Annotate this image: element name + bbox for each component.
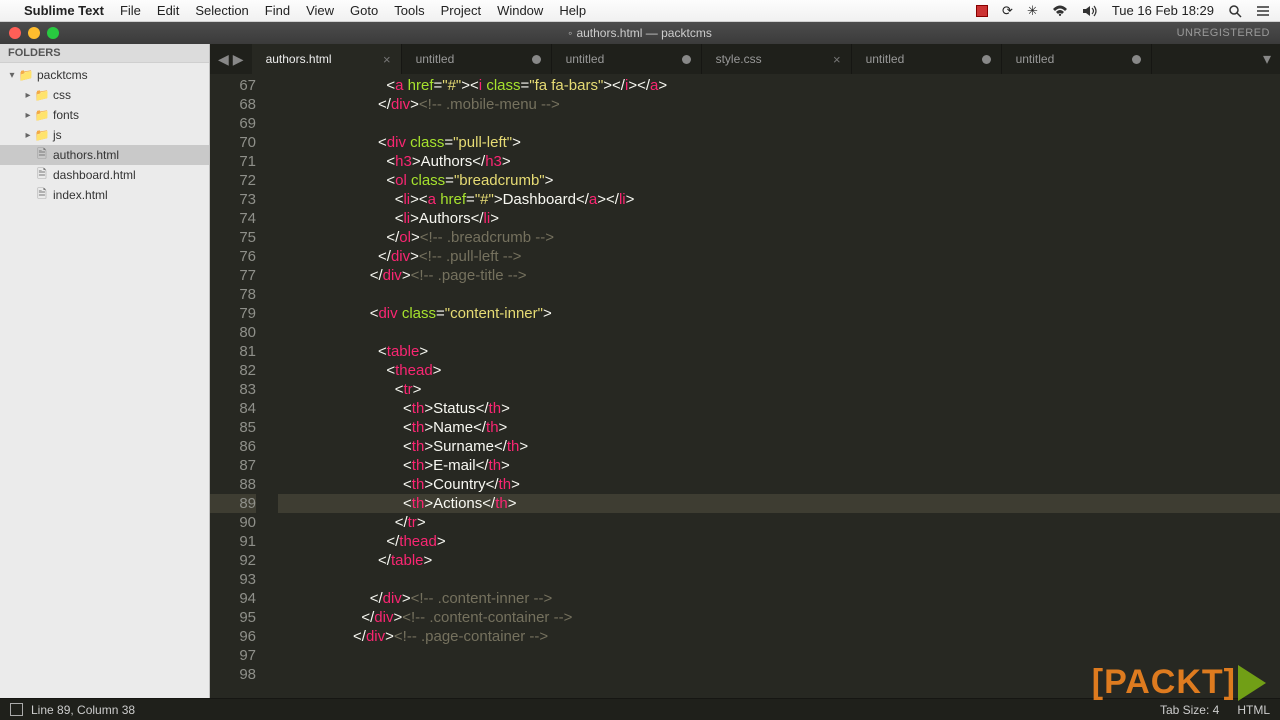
tab-size-button[interactable]: Tab Size: 4: [1160, 703, 1219, 717]
sync-icon[interactable]: ⟳: [1002, 3, 1013, 19]
macos-menubar: Sublime Text File Edit Selection Find View Go…: [0, 0, 1280, 22]
spotlight-icon[interactable]: [1228, 4, 1242, 18]
status-panel-icon[interactable]: [10, 703, 23, 716]
file-dashboard-html[interactable]: 🗎dashboard.html: [0, 165, 209, 185]
tab-5[interactable]: untitled: [1002, 44, 1152, 74]
traffic-lights: [0, 27, 59, 39]
dirty-dot-icon: [982, 55, 991, 64]
sidebar: FOLDERS ▾📁packtcms▸📁css▸📁fonts▸📁js🗎autho…: [0, 44, 210, 698]
dirty-dot-icon: [682, 55, 691, 64]
tab-back-button[interactable]: ◀: [216, 51, 231, 68]
menu-project[interactable]: Project: [441, 3, 481, 18]
zoom-window-button[interactable]: [47, 27, 59, 39]
window-title: ◦authors.html — packtcms: [0, 26, 1280, 40]
close-tab-icon[interactable]: ×: [833, 52, 841, 67]
tab-3[interactable]: style.css×: [702, 44, 852, 74]
window-titlebar: ◦authors.html — packtcms UNREGISTERED: [0, 22, 1280, 44]
tab-forward-button[interactable]: ▶: [231, 51, 246, 68]
menubar-clock[interactable]: Tue 16 Feb 18:29: [1112, 3, 1214, 18]
dirty-dot-icon: [532, 55, 541, 64]
folder-js[interactable]: ▸📁js: [0, 125, 209, 145]
status-bar: Line 89, Column 38 Tab Size: 4 HTML: [0, 698, 1280, 720]
tab-4[interactable]: untitled: [852, 44, 1002, 74]
folder-css[interactable]: ▸📁css: [0, 85, 209, 105]
cursor-position[interactable]: Line 89, Column 38: [31, 703, 135, 717]
close-window-button[interactable]: [9, 27, 21, 39]
unregistered-label: UNREGISTERED: [1177, 27, 1270, 39]
dirty-dot-icon: [1132, 55, 1141, 64]
tab-2[interactable]: untitled: [552, 44, 702, 74]
sidebar-header: FOLDERS: [0, 44, 209, 63]
menu-window[interactable]: Window: [497, 3, 543, 18]
menu-tools[interactable]: Tools: [394, 3, 424, 18]
menu-selection[interactable]: Selection: [195, 3, 248, 18]
tab-history-nav: ◀ ▶: [210, 44, 252, 74]
code-editor[interactable]: 6768697071727374757677787980818283848586…: [210, 74, 1280, 698]
menu-file[interactable]: File: [120, 3, 141, 18]
minimize-window-button[interactable]: [28, 27, 40, 39]
menu-icon[interactable]: [1256, 5, 1270, 17]
menu-find[interactable]: Find: [265, 3, 290, 18]
file-authors-html[interactable]: 🗎authors.html: [0, 145, 209, 165]
tab-1[interactable]: untitled: [402, 44, 552, 74]
file-index-html[interactable]: 🗎index.html: [0, 185, 209, 205]
menu-edit[interactable]: Edit: [157, 3, 179, 18]
code-area[interactable]: <a href="#"><i class="fa fa-bars"></i></…: [268, 74, 1280, 698]
record-icon[interactable]: [976, 5, 988, 17]
volume-icon[interactable]: [1082, 5, 1098, 17]
wifi-icon[interactable]: [1052, 5, 1068, 17]
bluetooth-icon[interactable]: ✳: [1027, 3, 1038, 19]
tab-overflow-button[interactable]: ▾: [1254, 44, 1280, 74]
folder-packtcms[interactable]: ▾📁packtcms: [0, 65, 209, 85]
line-number-gutter: 6768697071727374757677787980818283848586…: [210, 74, 268, 698]
close-tab-icon[interactable]: ×: [383, 52, 391, 67]
tab-bar: ◀ ▶ authors.html×untitleduntitledstyle.c…: [210, 44, 1280, 74]
syntax-button[interactable]: HTML: [1237, 703, 1270, 717]
menu-help[interactable]: Help: [559, 3, 586, 18]
menu-goto[interactable]: Goto: [350, 3, 378, 18]
app-name[interactable]: Sublime Text: [24, 3, 104, 18]
folder-fonts[interactable]: ▸📁fonts: [0, 105, 209, 125]
menu-view[interactable]: View: [306, 3, 334, 18]
tab-0[interactable]: authors.html×: [252, 44, 402, 74]
